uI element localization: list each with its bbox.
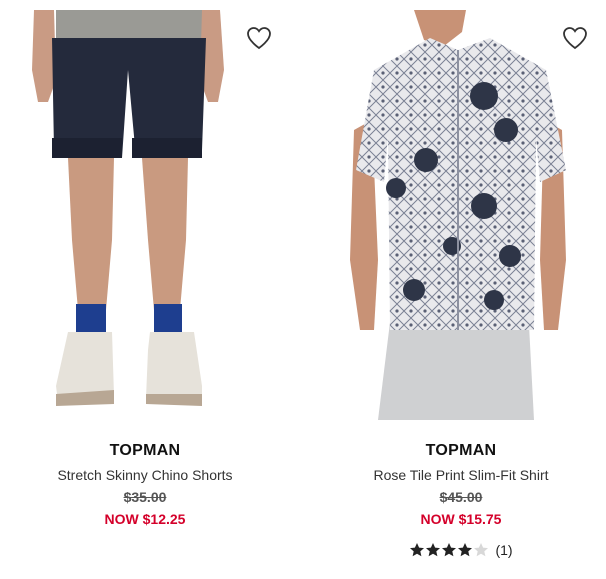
star-filled-icon: [409, 542, 425, 558]
rating-stars: [409, 542, 489, 558]
sale-price: NOW $15.75: [420, 511, 502, 527]
product-card[interactable]: TOPMAN Stretch Skinny Chino Shorts $35.0…: [0, 0, 290, 579]
product-name[interactable]: Rose Tile Print Slim-Fit Shirt: [316, 465, 606, 485]
product-rating[interactable]: (1): [316, 540, 606, 560]
product-image-shorts[interactable]: [18, 10, 272, 420]
original-price: $35.00: [123, 489, 167, 505]
original-price: $45.00: [439, 489, 483, 505]
product-info: TOPMAN Stretch Skinny Chino Shorts $35.0…: [0, 440, 290, 529]
star-filled-icon: [457, 542, 473, 558]
product-info: TOPMAN Rose Tile Print Slim-Fit Shirt $4…: [316, 440, 606, 560]
shorts-model-photo: [32, 10, 224, 406]
review-count[interactable]: (1): [495, 540, 512, 560]
sale-price: NOW $12.25: [104, 511, 186, 527]
product-grid: TOPMAN Stretch Skinny Chino Shorts $35.0…: [0, 0, 606, 579]
star-filled-icon: [425, 542, 441, 558]
heart-icon: [563, 27, 587, 50]
product-brand[interactable]: TOPMAN: [0, 440, 290, 462]
wishlist-heart-button[interactable]: [246, 26, 272, 50]
product-card[interactable]: TOPMAN Rose Tile Print Slim-Fit Shirt $4…: [316, 0, 606, 579]
product-image-shirt[interactable]: [334, 10, 588, 420]
star-empty-icon: [473, 542, 489, 558]
shirt-model-photo: [350, 10, 566, 420]
wishlist-heart-button[interactable]: [562, 26, 588, 50]
product-name[interactable]: Stretch Skinny Chino Shorts: [0, 465, 290, 485]
heart-icon: [247, 27, 271, 50]
product-brand[interactable]: TOPMAN: [316, 440, 606, 462]
star-filled-icon: [441, 542, 457, 558]
